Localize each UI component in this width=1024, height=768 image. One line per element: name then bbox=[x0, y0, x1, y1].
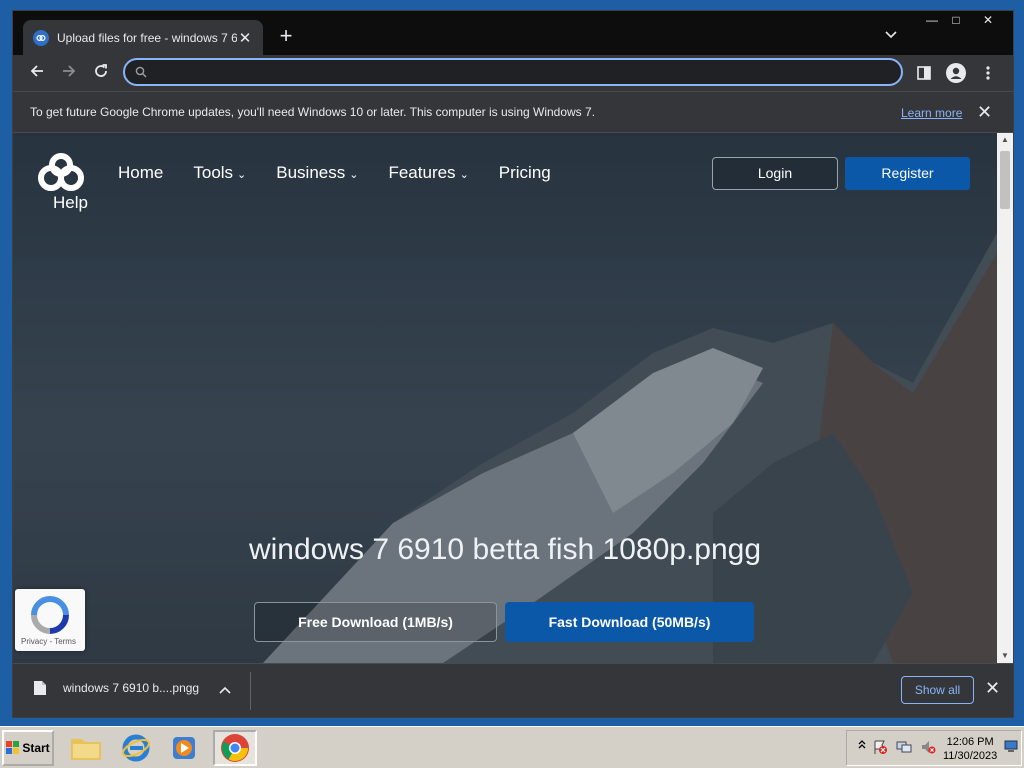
show-all-button[interactable]: Show all bbox=[901, 676, 974, 704]
windows-logo-icon bbox=[6, 741, 20, 754]
reload-button[interactable] bbox=[89, 61, 113, 85]
file-title: windows 7 6910 betta fish 1080p.pngg bbox=[248, 533, 762, 566]
clock-date: 11/30/2023 bbox=[943, 750, 998, 762]
scroll-down-icon[interactable]: ▼ bbox=[997, 649, 1013, 663]
scroll-up-icon[interactable]: ▲ bbox=[997, 133, 1013, 147]
address-input[interactable] bbox=[153, 64, 901, 80]
help-label[interactable]: Help bbox=[53, 193, 88, 213]
taskbar: Start 12:06 PM 11/30/2023 bbox=[0, 726, 1024, 768]
side-panel-button[interactable] bbox=[912, 61, 936, 85]
browser-toolbar bbox=[13, 55, 1013, 91]
new-tab-button[interactable]: + bbox=[275, 25, 297, 47]
system-clock[interactable]: 12:06 PM 11/30/2023 bbox=[943, 735, 997, 763]
recaptcha-icon bbox=[31, 596, 69, 634]
volume-muted-icon[interactable] bbox=[919, 739, 937, 757]
login-button[interactable]: Login bbox=[712, 157, 838, 190]
action-center-flag-icon[interactable] bbox=[871, 739, 889, 757]
nav-features[interactable]: Features ⌄ bbox=[388, 163, 468, 183]
taskbar-chrome[interactable] bbox=[213, 730, 257, 766]
search-icon bbox=[135, 66, 147, 78]
show-desktop-icon[interactable] bbox=[1003, 739, 1019, 757]
chevron-down-icon: ⌄ bbox=[349, 169, 359, 181]
network-icon[interactable] bbox=[895, 739, 913, 757]
chevron-down-icon: ⌄ bbox=[459, 169, 469, 181]
folder-icon bbox=[71, 739, 101, 760]
logo-icon bbox=[38, 153, 84, 191]
clock-time: 12:06 PM bbox=[946, 736, 994, 748]
back-arrow-icon bbox=[30, 65, 43, 77]
free-download-button[interactable]: Free Download (1MB/s) bbox=[254, 602, 497, 642]
page-scrollbar[interactable]: ▲ ▼ bbox=[997, 133, 1013, 663]
download-shelf: windows 7 6910 b....pngg Show all ✕ bbox=[13, 663, 1013, 717]
chrome-icon bbox=[221, 734, 249, 762]
site-logo[interactable] bbox=[37, 153, 87, 193]
mountain-background bbox=[13, 133, 997, 663]
taskbar-ie[interactable] bbox=[114, 730, 158, 766]
reload-icon bbox=[95, 64, 107, 77]
file-icon bbox=[34, 681, 46, 695]
page-viewport: Help Home Tools ⌄ Business ⌄ Features ⌄ Pri… bbox=[13, 133, 997, 663]
show-hidden-icons[interactable] bbox=[853, 739, 871, 757]
recaptcha-privacy-terms[interactable]: Privacy - Terms bbox=[21, 637, 76, 646]
scroll-thumb[interactable] bbox=[1000, 151, 1010, 209]
taskbar-explorer[interactable] bbox=[64, 730, 108, 766]
address-bar[interactable] bbox=[123, 58, 903, 86]
fast-download-button[interactable]: Fast Download (50MB/s) bbox=[505, 602, 754, 642]
tab-title: Upload files for free - windows 7 69 bbox=[57, 30, 237, 45]
download-item[interactable]: windows 7 6910 b....pngg bbox=[33, 680, 199, 696]
nav-pricing[interactable]: Pricing bbox=[499, 163, 551, 183]
back-button[interactable] bbox=[25, 61, 49, 85]
download-shelf-close-icon[interactable]: ✕ bbox=[985, 678, 1000, 699]
profile-avatar-icon bbox=[946, 63, 966, 83]
nav-tools[interactable]: Tools ⌄ bbox=[193, 163, 246, 183]
tab-active[interactable]: Upload files for free - windows 7 69 ✕ bbox=[23, 20, 263, 55]
system-tray: 12:06 PM 11/30/2023 bbox=[846, 730, 1022, 766]
maximize-button[interactable]: □ bbox=[941, 11, 971, 29]
forward-arrow-icon bbox=[63, 65, 76, 77]
browser-window: Upload files for free - windows 7 69 ✕ +… bbox=[12, 10, 1014, 718]
nav-business[interactable]: Business ⌄ bbox=[276, 163, 358, 183]
update-infobar: To get future Google Chrome updates, you… bbox=[13, 91, 1013, 133]
download-filename: windows 7 6910 b....pngg bbox=[63, 681, 200, 695]
site-nav: Home Tools ⌄ Business ⌄ Features ⌄ Pricing bbox=[118, 163, 581, 183]
nav-home[interactable]: Home bbox=[118, 163, 163, 183]
chevron-down-icon: ⌄ bbox=[237, 169, 247, 181]
site-favicon-icon bbox=[33, 29, 49, 46]
close-window-button[interactable]: ✕ bbox=[973, 11, 1003, 29]
kebab-menu-icon bbox=[986, 66, 990, 80]
tab-close-icon[interactable]: ✕ bbox=[237, 29, 253, 47]
forward-button[interactable] bbox=[57, 61, 81, 85]
download-divider bbox=[250, 672, 251, 710]
media-player-icon bbox=[173, 737, 195, 759]
tab-search-dropdown-icon[interactable] bbox=[885, 27, 897, 42]
chevron-up-icon[interactable] bbox=[219, 682, 231, 697]
register-button[interactable]: Register bbox=[845, 157, 970, 190]
recaptcha-badge[interactable]: Privacy - Terms bbox=[15, 589, 85, 651]
tab-strip: Upload files for free - windows 7 69 ✕ +… bbox=[13, 11, 1013, 55]
internet-explorer-icon bbox=[122, 734, 150, 762]
infobar-message: To get future Google Chrome updates, you… bbox=[30, 105, 596, 119]
start-button[interactable]: Start bbox=[2, 730, 54, 766]
infobar-close-icon[interactable]: ✕ bbox=[977, 102, 992, 123]
learn-more-link[interactable]: Learn more bbox=[901, 106, 962, 120]
menu-button[interactable] bbox=[976, 61, 1000, 85]
taskbar-media-player[interactable] bbox=[162, 730, 206, 766]
profile-button[interactable] bbox=[944, 61, 968, 85]
side-panel-icon bbox=[917, 66, 931, 80]
